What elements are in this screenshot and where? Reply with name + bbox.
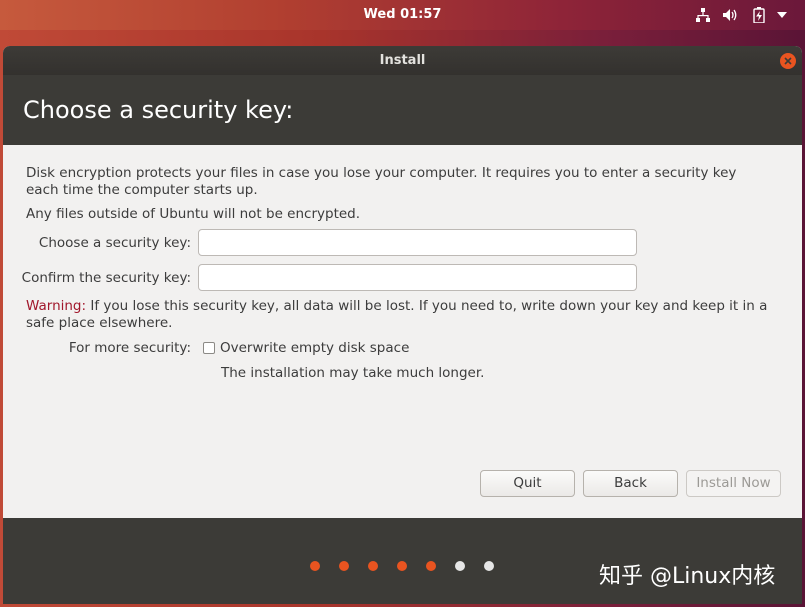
install-now-button[interactable]: Install Now [686,470,781,497]
watermark: 知乎 @Linux内核 [599,564,776,589]
warning-text: If you lose this security key, all data … [26,298,768,331]
progress-dot [368,561,378,571]
security-label: For more security: [68,340,191,356]
quit-button[interactable]: Quit [480,470,575,497]
overwrite-label[interactable]: Overwrite empty disk space [220,340,409,357]
page-title: Choose a security key: [23,96,294,124]
security-key-input[interactable] [198,229,637,256]
progress-dot [455,561,465,571]
encryption-description: Disk encryption protects your files in c… [26,165,737,198]
close-icon [784,57,792,65]
warning-label: Warning: [26,298,87,314]
volume-icon[interactable] [721,6,739,24]
content-area: Disk encryption protects your files in c… [3,145,802,518]
confirm-key-input[interactable] [198,264,637,291]
titlebar[interactable]: Install [3,46,802,75]
encryption-notice: Any files outside of Ubuntu will not be … [26,206,361,222]
clock[interactable]: Wed 01:57 [0,7,805,22]
install-window: Install Choose a security key: Disk encr… [3,46,802,604]
window-title: Install [379,53,426,68]
top-panel: Wed 01:57 [0,0,805,30]
overwrite-checkbox[interactable] [203,342,215,354]
menu-arrow-icon[interactable] [773,6,791,24]
progress-dot [426,561,436,571]
progress-dot [484,561,494,571]
progress-footer: 知乎 @Linux内核 [3,518,802,604]
progress-dot [397,561,407,571]
confirm-label: Confirm the security key: [21,270,191,286]
page-header: Choose a security key: [3,75,802,145]
back-button[interactable]: Back [583,470,678,497]
progress-dot [339,561,349,571]
network-icon[interactable] [694,6,712,24]
overwrite-note: The installation may take much longer. [221,365,485,381]
close-button[interactable] [780,53,796,69]
battery-icon[interactable] [750,6,768,24]
key-label: Choose a security key: [38,235,191,251]
warning-message: Warning: If you lose this security key, … [26,298,786,332]
progress-dot [310,561,320,571]
